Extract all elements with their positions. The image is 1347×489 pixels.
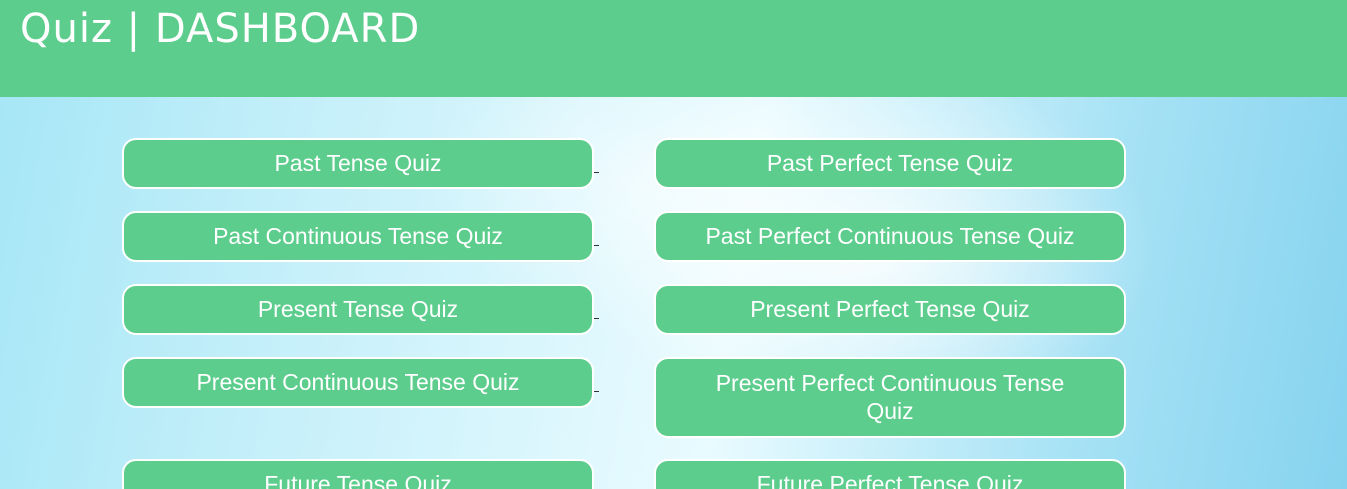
future-tense-quiz-button[interactable]: Future Tense Quiz (122, 459, 594, 489)
link-underline (594, 391, 599, 392)
link-underline (594, 245, 599, 246)
past-perfect-continuous-tense-quiz-button[interactable]: Past Perfect Continuous Tense Quiz (654, 211, 1126, 262)
present-continuous-tense-quiz-button[interactable]: Present Continuous Tense Quiz (122, 357, 594, 408)
page-title: Quiz | DASHBOARD (20, 6, 421, 52)
present-perfect-tense-quiz-button[interactable]: Present Perfect Tense Quiz (654, 284, 1126, 335)
present-tense-quiz-button[interactable]: Present Tense Quiz (122, 284, 594, 335)
past-tense-quiz-button[interactable]: Past Tense Quiz (122, 138, 594, 189)
future-perfect-tense-quiz-button[interactable]: Future Perfect Tense Quiz (654, 459, 1126, 489)
dashboard-header: Quiz | DASHBOARD (0, 0, 1347, 97)
past-perfect-tense-quiz-button[interactable]: Past Perfect Tense Quiz (654, 138, 1126, 189)
link-underline (594, 172, 599, 173)
past-continuous-tense-quiz-button[interactable]: Past Continuous Tense Quiz (122, 211, 594, 262)
present-perfect-continuous-tense-quiz-button[interactable]: Present Perfect Continuous Tense Quiz (654, 357, 1126, 438)
link-underline (594, 318, 599, 319)
